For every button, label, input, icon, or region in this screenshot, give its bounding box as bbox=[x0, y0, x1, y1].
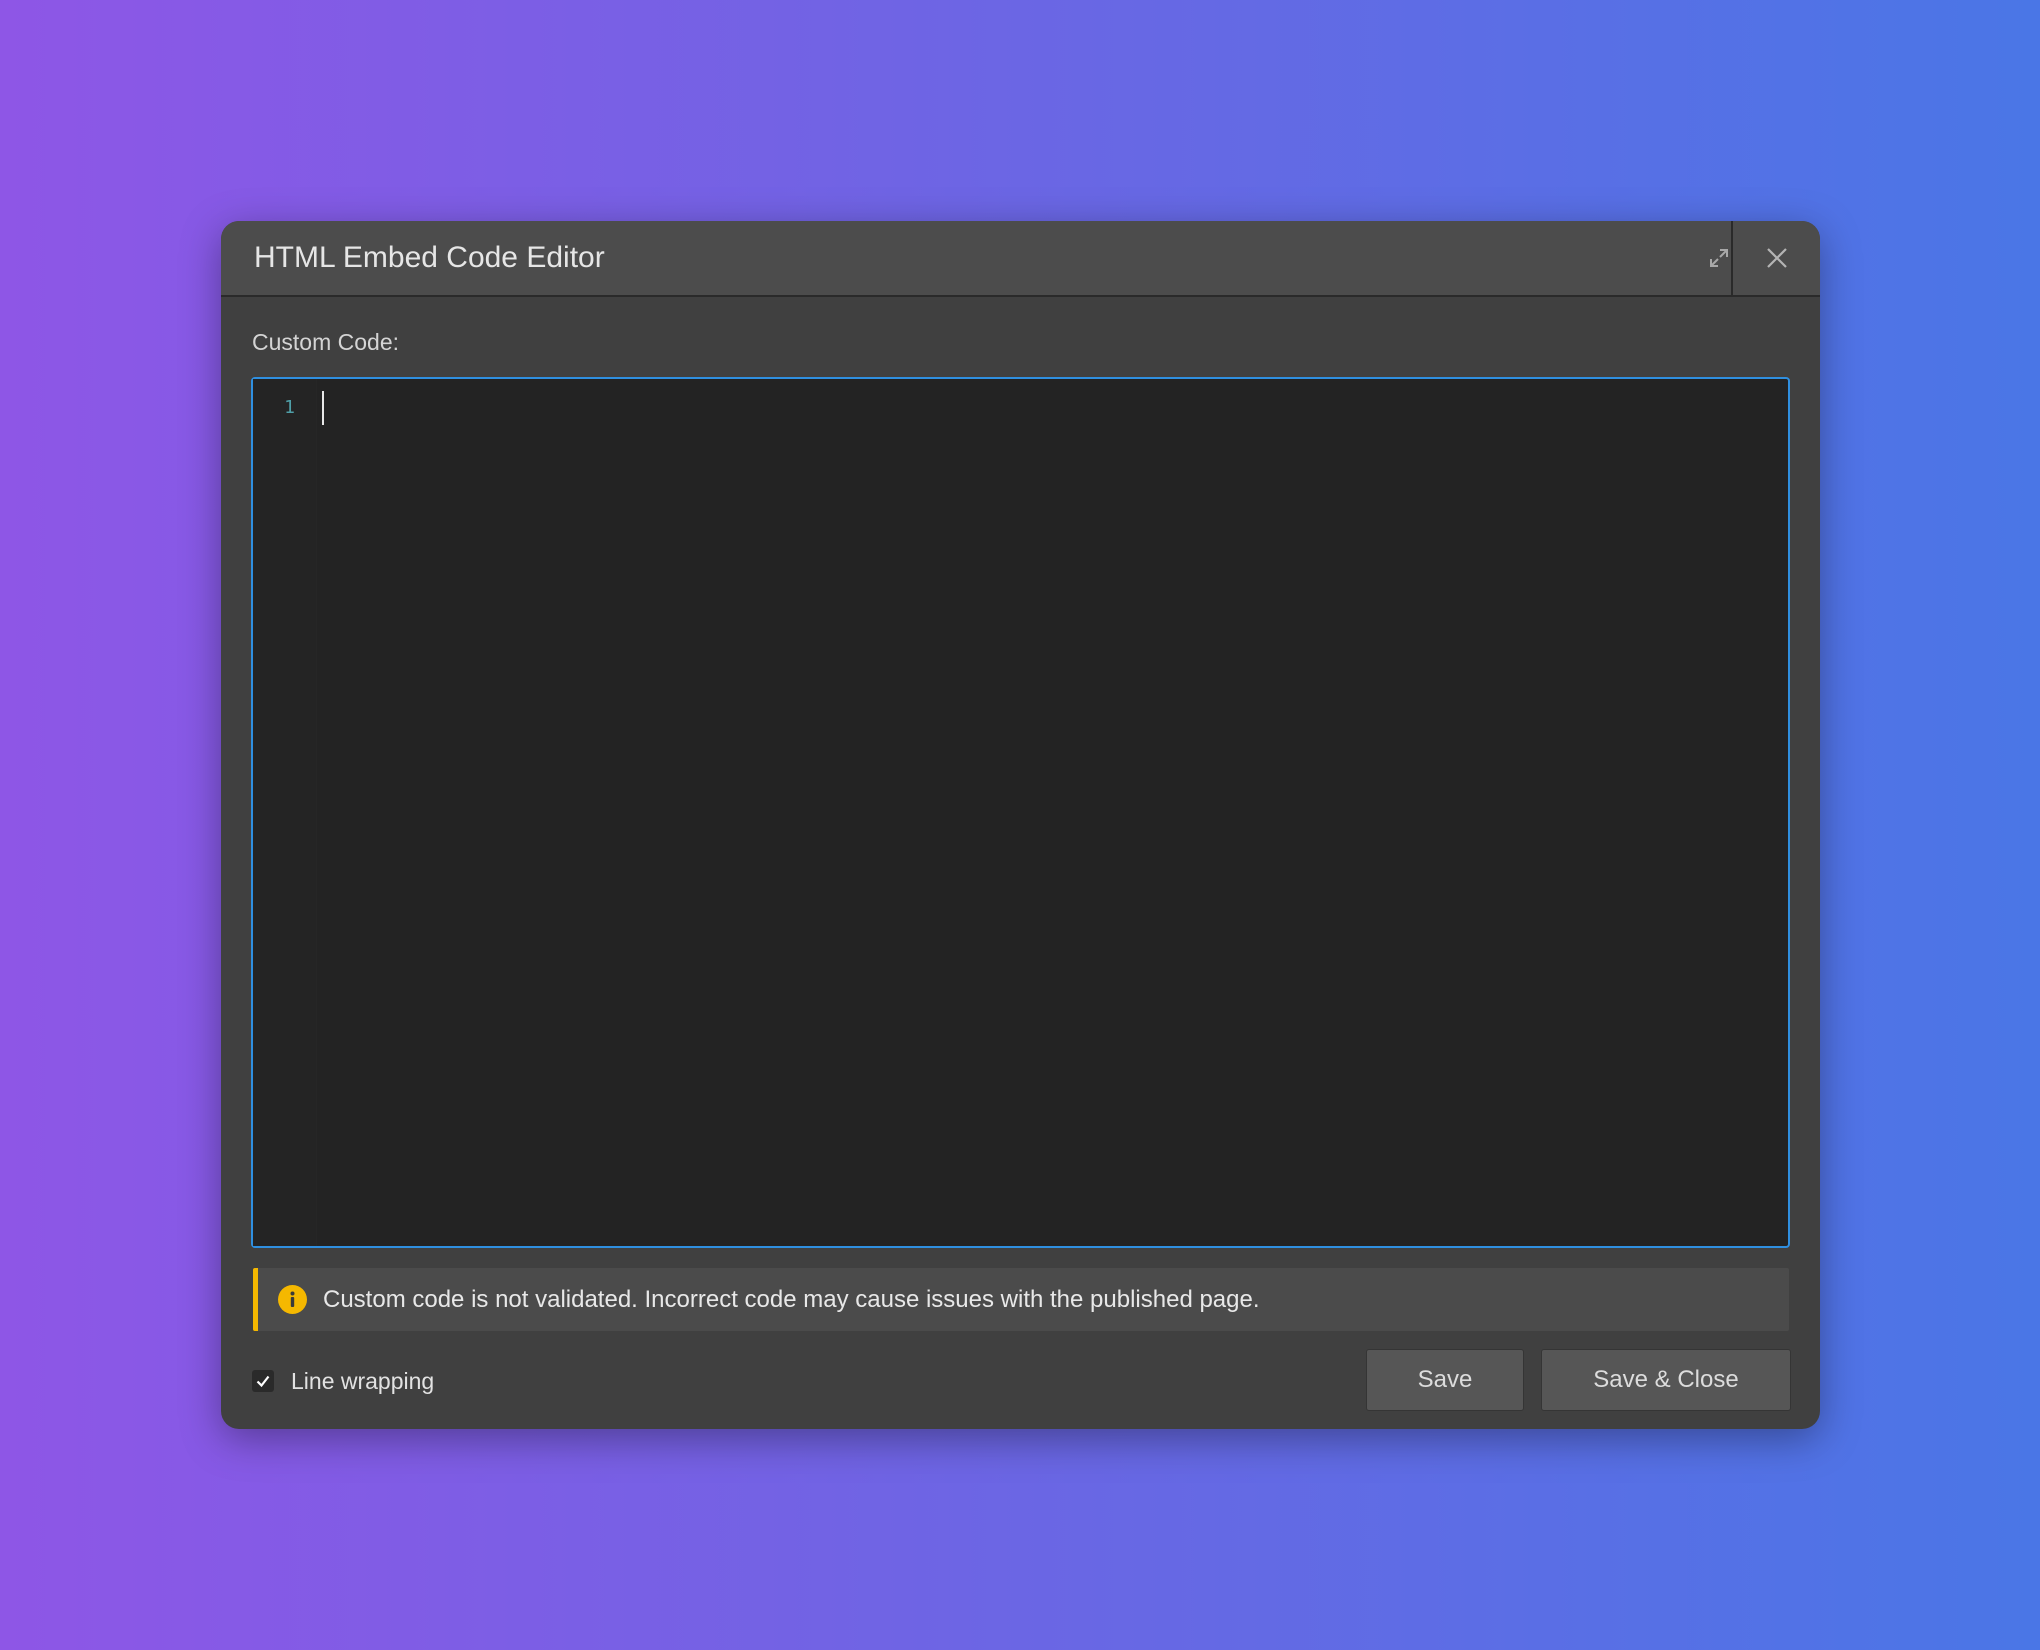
html-embed-dialog: HTML Embed Code Editor Custom Code: 1 Cu… bbox=[221, 221, 1820, 1429]
validation-warning: Custom code is not validated. Incorrect … bbox=[253, 1268, 1789, 1331]
save-and-close-button[interactable]: Save & Close bbox=[1541, 1349, 1791, 1411]
dialog-header: HTML Embed Code Editor bbox=[221, 221, 1820, 297]
close-button[interactable] bbox=[1733, 221, 1820, 295]
text-cursor bbox=[322, 391, 324, 425]
line-number-gutter: 1 bbox=[253, 379, 317, 1246]
custom-code-label: Custom Code: bbox=[252, 329, 400, 355]
line-wrapping-label: Line wrapping bbox=[291, 1367, 435, 1394]
line-wrapping-toggle[interactable]: Line wrapping bbox=[252, 1366, 434, 1396]
dialog-title: HTML Embed Code Editor bbox=[254, 241, 605, 274]
warning-text: Custom code is not validated. Incorrect … bbox=[323, 1286, 1260, 1313]
code-input-area[interactable] bbox=[316, 379, 1788, 1246]
save-button[interactable]: Save bbox=[1366, 1349, 1524, 1411]
line-number: 1 bbox=[284, 397, 295, 418]
checkmark-icon bbox=[256, 1375, 270, 1388]
close-icon bbox=[1766, 248, 1787, 268]
line-wrapping-checkbox[interactable] bbox=[252, 1370, 274, 1392]
expand-icon bbox=[1710, 249, 1728, 267]
code-editor[interactable]: 1 bbox=[251, 377, 1790, 1248]
info-icon bbox=[278, 1285, 307, 1314]
